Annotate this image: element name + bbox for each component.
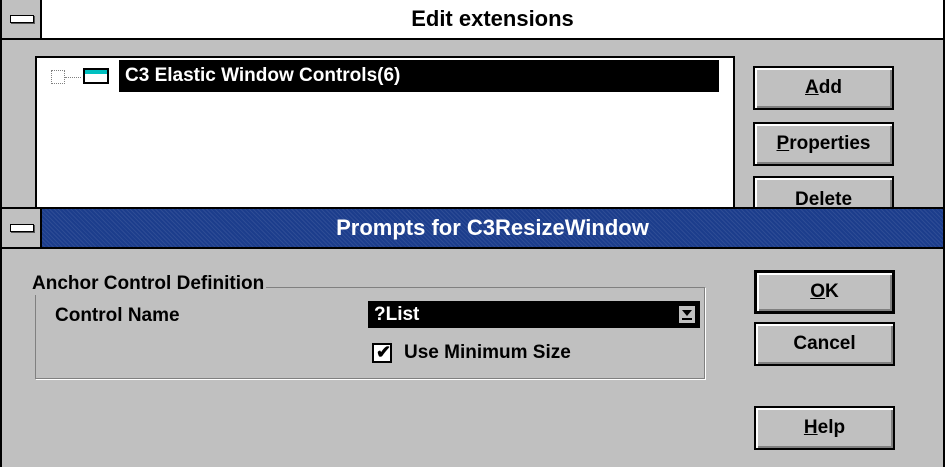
- ok-button[interactable]: OK: [754, 270, 895, 314]
- window-title: Edit extensions: [411, 6, 574, 31]
- group-label: Anchor Control Definition: [32, 273, 267, 295]
- checkmark-icon: ✔: [376, 342, 392, 362]
- cancel-button[interactable]: Cancel: [754, 322, 895, 366]
- properties-button[interactable]: Properties: [753, 122, 894, 166]
- add-button[interactable]: Add: [753, 66, 894, 110]
- dropdown-arrow-icon[interactable]: [678, 305, 696, 324]
- use-minimum-size-checkbox[interactable]: ✔: [372, 342, 392, 363]
- tree-item-label: C3 Elastic Window Controls(6): [119, 60, 719, 92]
- system-menu-icon[interactable]: [2, 0, 42, 38]
- edit-extensions-titlebar[interactable]: Edit extensions: [2, 0, 943, 40]
- control-name-select[interactable]: ?List: [368, 301, 700, 328]
- window-icon: [83, 68, 109, 84]
- extensions-list[interactable]: C3 Elastic Window Controls(6): [35, 56, 735, 212]
- prompts-titlebar[interactable]: Prompts for C3ResizeWindow: [2, 209, 943, 249]
- tree-expand-icon[interactable]: [51, 70, 65, 84]
- window-title: Prompts for C3ResizeWindow: [336, 215, 649, 240]
- use-minimum-size-label[interactable]: Use Minimum Size: [404, 342, 571, 364]
- system-menu-icon[interactable]: [2, 209, 42, 247]
- tree-item[interactable]: C3 Elastic Window Controls(6): [39, 60, 729, 94]
- help-button[interactable]: Help: [754, 406, 895, 450]
- edit-extensions-window: Edit extensions C3 Elastic Window Contro…: [0, 0, 945, 220]
- control-name-label: Control Name: [55, 305, 180, 326]
- control-name-value: ?List: [374, 304, 420, 325]
- prompts-window: Prompts for C3ResizeWindow Anchor Contro…: [0, 207, 945, 467]
